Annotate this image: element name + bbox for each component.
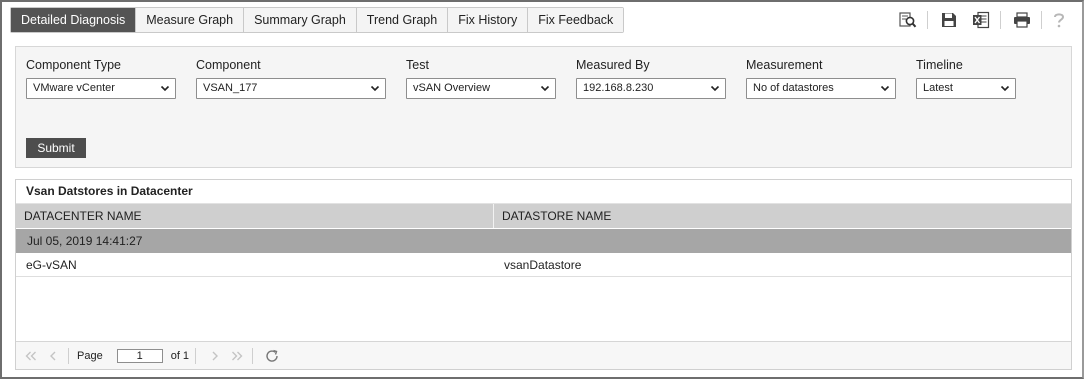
- toolbar-divider: [927, 11, 928, 29]
- print-icon[interactable]: [1011, 10, 1033, 30]
- measured-by-value: 192.168.8.230: [583, 82, 654, 94]
- test-value: vSAN Overview: [413, 82, 491, 94]
- page-count-label: of 1: [170, 349, 190, 362]
- last-page-icon[interactable]: [228, 347, 246, 365]
- pager-divider: [68, 347, 69, 364]
- component-field: Component VSAN_177: [196, 58, 386, 99]
- component-select[interactable]: VSAN_177: [196, 78, 386, 99]
- chevron-down-icon: [540, 85, 550, 92]
- table-row[interactable]: eG-vSAN vsanDatastore: [16, 254, 1071, 277]
- excel-export-icon[interactable]: [970, 10, 992, 30]
- next-page-icon[interactable]: [206, 347, 224, 365]
- search-report-icon[interactable]: [897, 10, 919, 30]
- filter-panel: Component Type VMware vCenter Component …: [15, 46, 1072, 168]
- help-icon[interactable]: [1048, 10, 1070, 30]
- measurement-field: Measurement No of datastores: [746, 58, 896, 99]
- pager-divider: [195, 347, 197, 364]
- results-panel: Vsan Datstores in Datacenter DATACENTER …: [15, 179, 1072, 370]
- component-type-value: VMware vCenter: [33, 82, 115, 94]
- results-title: Vsan Datstores in Datacenter: [16, 180, 1071, 204]
- measured-by-field: Measured By 192.168.8.230: [576, 58, 726, 99]
- timestamp-group-row: Jul 05, 2019 14:41:27: [16, 229, 1071, 253]
- table-header: DATACENTER NAME DATASTORE NAME: [16, 204, 1071, 228]
- save-icon[interactable]: [938, 10, 960, 30]
- detailed-diagnosis-window: Detailed Diagnosis Measure Graph Summary…: [0, 0, 1084, 379]
- chevron-down-icon: [370, 85, 380, 92]
- chevron-down-icon: [880, 85, 890, 92]
- pager-divider: [252, 347, 254, 364]
- column-header-datacenter-name[interactable]: DATACENTER NAME: [16, 204, 494, 228]
- chevron-down-icon: [710, 85, 720, 92]
- datastore-name-cell: vsanDatastore: [504, 258, 582, 272]
- refresh-icon[interactable]: [263, 347, 281, 365]
- test-select[interactable]: vSAN Overview: [406, 78, 556, 99]
- submit-button[interactable]: Submit: [26, 138, 86, 158]
- chevron-down-icon: [1000, 85, 1010, 92]
- toolbar: [887, 10, 1070, 30]
- tab-detailed-diagnosis[interactable]: Detailed Diagnosis: [11, 8, 137, 32]
- measurement-label: Measurement: [746, 58, 823, 72]
- measured-by-select[interactable]: 192.168.8.230: [576, 78, 726, 99]
- component-value: VSAN_177: [203, 82, 258, 94]
- view-tabs: Detailed Diagnosis Measure Graph Summary…: [10, 7, 625, 33]
- component-type-label: Component Type: [26, 58, 121, 72]
- column-header-datastore-name[interactable]: DATASTORE NAME: [494, 204, 611, 228]
- timeline-field: Timeline Latest: [916, 58, 1016, 99]
- timeline-select[interactable]: Latest: [916, 78, 1016, 99]
- first-page-icon[interactable]: [22, 347, 40, 365]
- page-label: Page: [77, 349, 103, 362]
- measurement-value: No of datastores: [753, 82, 834, 94]
- pagination-bar: Page 1 of 1: [16, 341, 1071, 369]
- tab-fix-history[interactable]: Fix History: [448, 8, 529, 32]
- previous-page-icon[interactable]: [44, 347, 62, 365]
- datacenter-name-cell: eG-vSAN: [26, 258, 77, 272]
- component-type-select[interactable]: VMware vCenter: [26, 78, 176, 99]
- tab-summary-graph[interactable]: Summary Graph: [244, 8, 357, 32]
- measured-by-label: Measured By: [576, 58, 650, 72]
- timeline-label: Timeline: [916, 58, 963, 72]
- component-label: Component: [196, 58, 261, 72]
- toolbar-divider: [1000, 11, 1001, 29]
- timeline-value: Latest: [923, 82, 953, 94]
- tab-trend-graph[interactable]: Trend Graph: [356, 8, 449, 32]
- chevron-down-icon: [160, 85, 170, 92]
- tab-fix-feedback[interactable]: Fix Feedback: [528, 8, 624, 32]
- test-label: Test: [406, 58, 429, 72]
- tab-measure-graph[interactable]: Measure Graph: [136, 8, 245, 32]
- toolbar-divider: [1041, 11, 1042, 29]
- component-type-field: Component Type VMware vCenter: [26, 58, 176, 99]
- page-number-input[interactable]: 1: [116, 348, 163, 363]
- measurement-select[interactable]: No of datastores: [746, 78, 896, 99]
- test-field: Test vSAN Overview: [406, 58, 556, 99]
